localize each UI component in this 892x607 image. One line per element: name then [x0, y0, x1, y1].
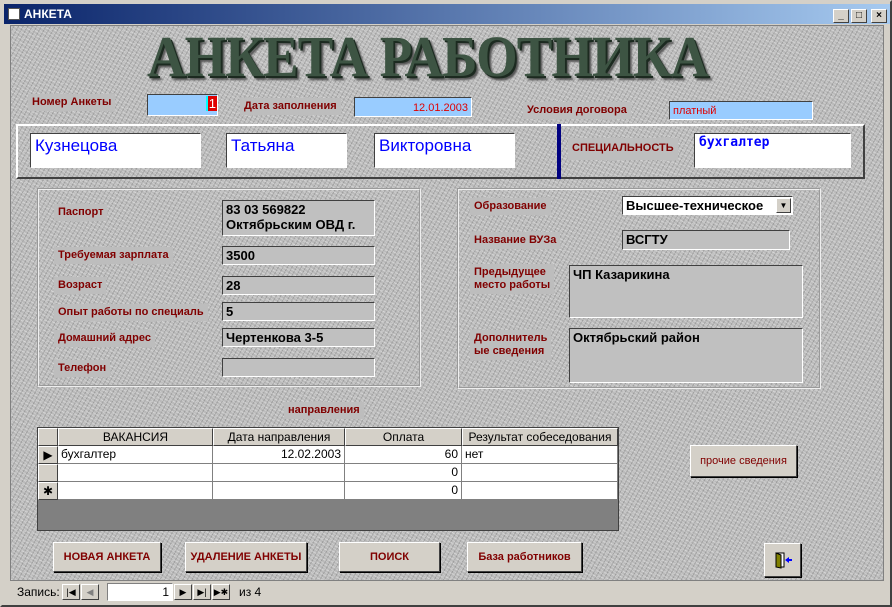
column-header[interactable]: Результат собеседования — [462, 428, 618, 446]
grid-header: ВАКАНСИЯ Дата направления Оплата Результ… — [38, 428, 618, 446]
form-icon[interactable] — [8, 8, 20, 20]
extra-label-line-2: ые сведения — [474, 345, 545, 357]
education-label: Образование — [470, 198, 551, 215]
prev-job-label-line-2: место работы — [474, 279, 551, 291]
extra-label-line-1: Дополнитель — [474, 332, 548, 344]
divider — [557, 124, 561, 179]
specialty-field[interactable]: бухгалтер — [694, 133, 851, 168]
delete-form-button[interactable]: УДАЛЕНИЕ АНКЕТЫ — [185, 542, 307, 572]
date-field[interactable]: 12.01.2003 — [354, 97, 472, 117]
age-field[interactable]: 28 — [222, 276, 375, 295]
first-record-button[interactable]: |◀ — [62, 584, 80, 600]
prev-job-label: Предыдущее место работы — [470, 264, 555, 294]
column-header[interactable]: Оплата — [345, 428, 462, 446]
experience-label: Опыт работы по специаль — [54, 304, 208, 321]
cell-payment[interactable]: 0 — [345, 482, 462, 500]
cell-result[interactable] — [462, 464, 618, 482]
patronymic-field[interactable]: Викторовна — [374, 133, 515, 168]
close-button[interactable]: × — [871, 9, 887, 23]
extra-info-label: Дополнитель ые сведения — [470, 330, 552, 360]
extra-info-field[interactable]: Октябрьский район — [569, 328, 803, 383]
cell-result[interactable]: нет — [462, 446, 618, 464]
application-window: АНКЕТА _ □ × АНКЕТА РАБОТНИКА Номер Анке… — [0, 0, 892, 607]
exit-door-icon — [775, 552, 792, 569]
column-header[interactable]: Дата направления — [213, 428, 345, 446]
passport-label: Паспорт — [54, 204, 108, 221]
passport-line-2: Октябрьским ОВД г. — [226, 217, 356, 232]
new-record-button[interactable]: ▶✱ — [212, 584, 230, 600]
table-row[interactable]: ▶ бухгалтер 12.02.2003 60 нет — [38, 446, 618, 464]
title-bar: АНКЕТА _ □ × — [4, 4, 890, 24]
form-banner: АНКЕТА РАБОТНИКА — [147, 24, 709, 89]
cell-vacancy[interactable] — [58, 482, 213, 500]
window-title: АНКЕТА — [24, 7, 72, 21]
cell-result[interactable] — [462, 482, 618, 500]
record-count: из 4 — [239, 585, 262, 599]
column-header[interactable]: ВАКАНСИЯ — [58, 428, 213, 446]
record-navigator: Запись: |◀ ◀ 1 ▶ ▶| ▶✱ из 4 — [10, 582, 884, 602]
employee-database-button[interactable]: База работников — [467, 542, 582, 572]
age-label: Возраст — [54, 277, 107, 294]
row-selector[interactable]: ▶ — [38, 446, 58, 464]
exit-button[interactable] — [764, 543, 801, 577]
education-value: Высшее-техническое — [626, 198, 764, 213]
row-selector[interactable]: ✱ — [38, 482, 58, 500]
specialty-label: СПЕЦИАЛЬНОСТЬ — [568, 138, 678, 160]
address-label: Домашний адрес — [54, 330, 155, 347]
phone-field[interactable] — [222, 358, 375, 377]
prev-job-field[interactable]: ЧП Казарикина — [569, 265, 803, 318]
record-number-input[interactable]: 1 — [107, 583, 173, 601]
salary-field[interactable]: 3500 — [222, 246, 375, 265]
table-row[interactable]: ✱ 0 — [38, 482, 618, 500]
row-selector[interactable] — [38, 464, 58, 482]
maximize-button[interactable]: □ — [851, 9, 867, 23]
cell-date[interactable]: 12.02.2003 — [213, 446, 345, 464]
next-record-button[interactable]: ▶ — [174, 584, 192, 600]
salary-label: Требуемая зарплата — [54, 247, 173, 264]
number-value: 1 — [205, 96, 217, 111]
university-field[interactable]: ВСГТУ — [622, 230, 790, 250]
address-field[interactable]: Чертенкова 3-5 — [222, 328, 375, 347]
dropdown-arrow-icon[interactable]: ▼ — [776, 198, 791, 213]
search-button[interactable]: ПОИСК — [339, 542, 440, 572]
other-info-button[interactable]: прочие сведения — [690, 445, 797, 477]
record-label: Запись: — [17, 585, 60, 599]
contract-field[interactable]: платный — [669, 101, 813, 120]
cell-payment[interactable]: 60 — [345, 446, 462, 464]
education-combo[interactable]: Высшее-техническое ▼ — [622, 196, 793, 215]
passport-line-1: 83 03 569822 — [226, 202, 306, 217]
prev-record-button[interactable]: ◀ — [81, 584, 99, 600]
cell-date[interactable] — [213, 482, 345, 500]
passport-field[interactable]: 83 03 569822 Октябрьским ОВД г. — [222, 200, 375, 236]
cell-date[interactable] — [213, 464, 345, 482]
number-field[interactable]: 1 — [147, 94, 218, 116]
date-label: Дата заполнения — [240, 98, 341, 115]
phone-label: Телефон — [54, 360, 111, 377]
minimize-button[interactable]: _ — [833, 9, 849, 23]
referrals-grid[interactable]: ВАКАНСИЯ Дата направления Оплата Результ… — [37, 427, 619, 531]
contract-label: Условия договора — [523, 102, 631, 119]
prev-job-label-line-1: Предыдущее — [474, 266, 546, 278]
university-label: Название ВУЗа — [470, 232, 561, 249]
last-record-button[interactable]: ▶| — [193, 584, 211, 600]
cell-vacancy[interactable] — [58, 464, 213, 482]
table-row[interactable]: 0 — [38, 464, 618, 482]
number-label: Номер Анкеты — [28, 94, 116, 111]
first-name-field[interactable]: Татьяна — [226, 133, 347, 168]
cell-vacancy[interactable]: бухгалтер — [58, 446, 213, 464]
new-form-button[interactable]: НОВАЯ АНКЕТА — [53, 542, 161, 572]
experience-field[interactable]: 5 — [222, 302, 375, 321]
referrals-label: направления — [284, 402, 364, 419]
corner-cell[interactable] — [38, 428, 58, 446]
cell-payment[interactable]: 0 — [345, 464, 462, 482]
surname-field[interactable]: Кузнецова — [30, 133, 201, 168]
